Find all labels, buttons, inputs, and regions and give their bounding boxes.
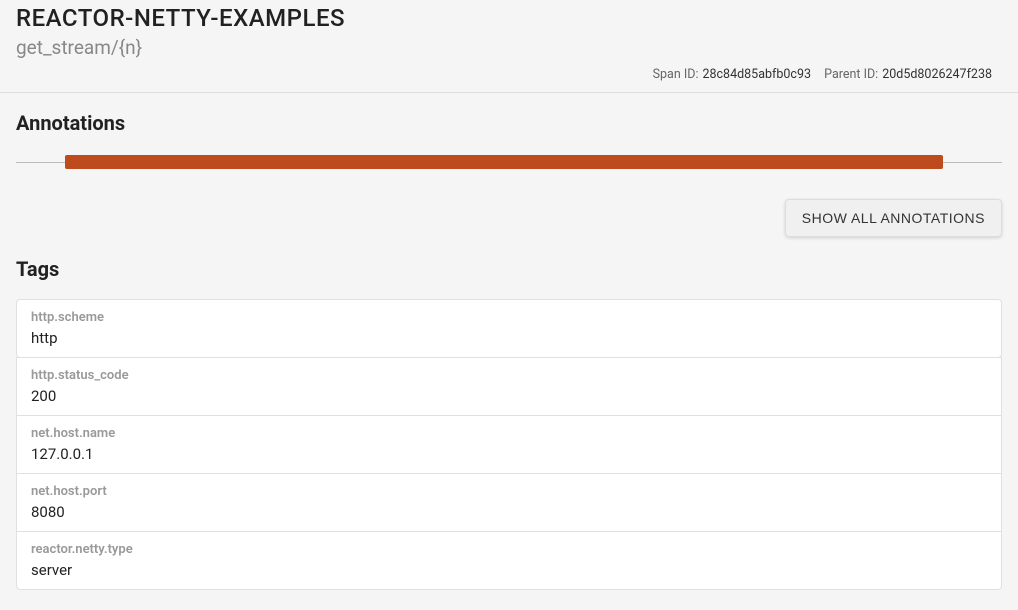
tag-item: reactor.netty.type server — [16, 531, 1002, 590]
tag-value: 127.0.0.1 — [31, 445, 987, 463]
tag-key: http.status_code — [31, 368, 987, 383]
timeline — [16, 155, 1002, 169]
tag-key: reactor.netty.type — [31, 542, 987, 557]
parent-id-value: 20d5d8026247f238 — [882, 67, 992, 82]
tag-key: net.host.name — [31, 426, 987, 441]
annotations-title: Annotations — [16, 111, 1002, 135]
service-name: REACTOR-NETTY-EXAMPLES — [16, 4, 1002, 32]
header: REACTOR-NETTY-EXAMPLES get_stream/{n} Sp… — [0, 0, 1018, 93]
tag-value: http — [31, 329, 987, 347]
tag-item: http.scheme http — [16, 299, 1002, 358]
span-id-value: 28c84d85abfb0c93 — [702, 67, 811, 82]
span-id-label: Span ID: — [653, 67, 699, 82]
timeline-span-bar[interactable] — [65, 155, 943, 169]
tag-item: net.host.port 8080 — [16, 473, 1002, 532]
tag-key: net.host.port — [31, 484, 987, 499]
tags-list: http.scheme http http.status_code 200 ne… — [16, 299, 1002, 590]
tags-title: Tags — [16, 257, 1002, 281]
span-name: get_stream/{n} — [16, 36, 1002, 59]
parent-id-label: Parent ID: — [824, 67, 878, 82]
tag-value: server — [31, 561, 987, 579]
tag-value: 200 — [31, 387, 987, 405]
tag-key: http.scheme — [31, 310, 987, 325]
show-all-annotations-button[interactable]: SHOW ALL ANNOTATIONS — [785, 199, 1002, 237]
tags-section: Tags http.scheme http http.status_code 2… — [0, 257, 1018, 590]
button-row: SHOW ALL ANNOTATIONS — [16, 199, 1002, 237]
tag-value: 8080 — [31, 503, 987, 521]
ids-row: Span ID:28c84d85abfb0c93 Parent ID: 20d5d… — [16, 67, 1002, 82]
tag-item: http.status_code 200 — [16, 357, 1002, 416]
tag-item: net.host.name 127.0.0.1 — [16, 415, 1002, 474]
annotations-section: Annotations SHOW ALL ANNOTATIONS — [0, 111, 1018, 237]
